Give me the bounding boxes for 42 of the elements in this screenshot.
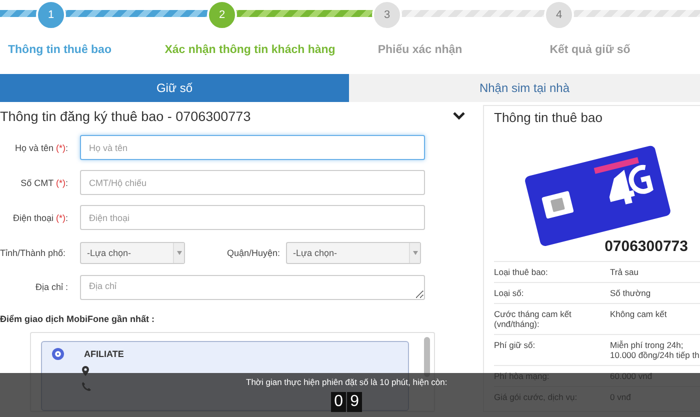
- tab[interactable]: Giữ số: [0, 74, 349, 102]
- step-number: 1: [36, 0, 66, 30]
- field-label: Địa chỉ :: [34, 282, 69, 292]
- input-field[interactable]: Điện thoại: [80, 205, 425, 230]
- panel-title: Thông tin thuê bao: [494, 110, 604, 127]
- step-label: Xác nhận thông tin khách hàng: [164, 44, 336, 56]
- input-field[interactable]: Địa chỉ: [80, 274, 425, 300]
- table-cell-text: Cước tháng cam kết (vnđ/tháng):: [494, 309, 572, 329]
- field-label: Tỉnh/Thành phố:: [0, 248, 67, 258]
- tab[interactable]: Nhận sim tại nhà: [349, 74, 700, 102]
- dropdown[interactable]: -Lựa chọn-: [286, 242, 421, 264]
- field-label: Quận/Huyện:: [226, 248, 281, 258]
- timer-message: Thời gian thực hiện phiên đặt số là 10 phút, hiện còn:: [246, 377, 448, 387]
- field-label: Họ và tên (*):: [14, 142, 69, 152]
- table-cell-text: Loại số:: [494, 288, 525, 298]
- timer-digit: 9: [347, 392, 362, 412]
- step-label: Kết quả giữ số: [548, 44, 632, 56]
- table-cell-text: Trả sau: [610, 267, 640, 277]
- table-cell-text: Phí giữ số:: [494, 340, 536, 352]
- phone-number: 0706300773: [604, 238, 689, 255]
- field-label: Số CMT (*):: [20, 178, 69, 188]
- caret-icon: [412, 250, 418, 254]
- field-label: Điện thoại (*):: [12, 212, 69, 222]
- radio-button[interactable]: [52, 348, 64, 360]
- chevron-down-icon[interactable]: [453, 112, 465, 120]
- step-number: 2: [207, 0, 237, 30]
- dropdown[interactable]: -Lựa chọn-: [80, 242, 185, 264]
- store-name: AFILIATE: [84, 349, 124, 359]
- step-number: 3: [372, 0, 402, 30]
- table-cell-text: Loại thuê bao:: [494, 267, 549, 277]
- input-field[interactable]: Họ và tên: [80, 135, 425, 160]
- table-cell-text: Không cam kết: [610, 309, 668, 321]
- step-label: Thông tin thuê bao: [7, 44, 112, 56]
- section-label: Điểm giao dịch MobiFone gần nhất :: [0, 314, 156, 324]
- section-title: Thông tin đăng ký thuê bao - 0706300773: [0, 108, 251, 124]
- table-cell: Miễn phí trong 24h; 10.000 đồng/24h tiếp th: [610, 340, 700, 360]
- step-label: Phiếu xác nhận: [376, 44, 464, 56]
- caret-icon: [176, 250, 182, 254]
- timer-digit: 0: [331, 392, 346, 412]
- step-number: 4: [544, 0, 574, 30]
- table-cell-text: Số thường: [610, 288, 652, 298]
- input-field[interactable]: CMT/Hộ chiếu: [80, 170, 425, 195]
